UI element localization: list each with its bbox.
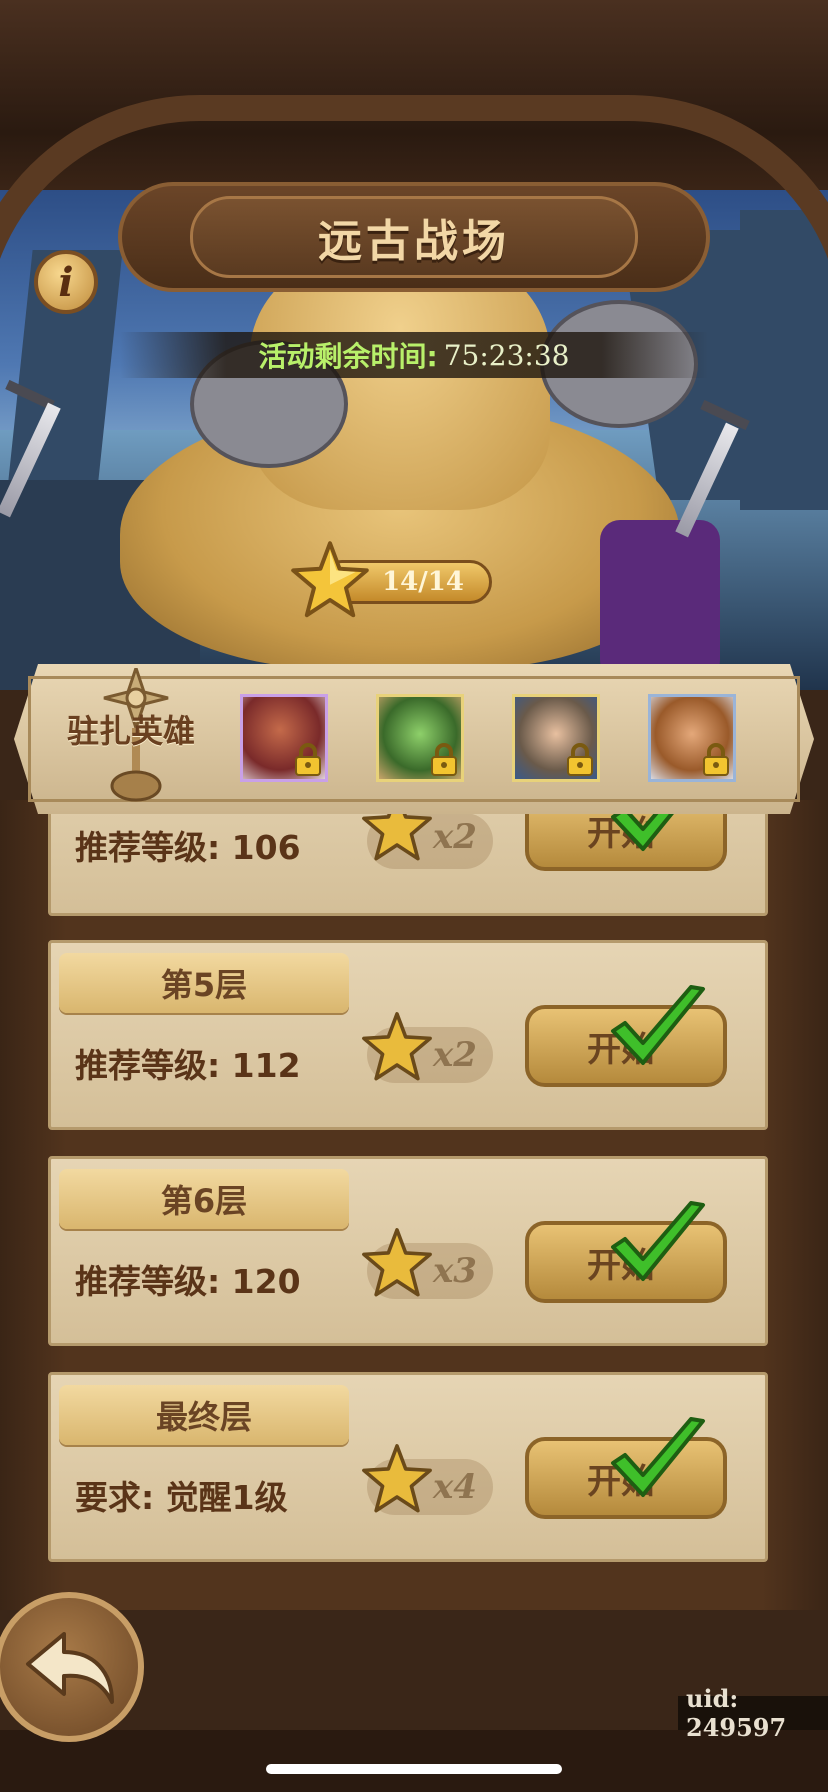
- checkmark-icon: [611, 1201, 705, 1281]
- checkmark-icon: [611, 1417, 705, 1497]
- floor-requirement: 推荐等级: 120: [75, 1262, 301, 1301]
- user-id: uid: 249597: [678, 1684, 828, 1742]
- checkmark-icon: [611, 985, 705, 1065]
- purple-cape: [600, 520, 720, 680]
- event-timer: 活动剩余时间: 75:23:38: [120, 332, 708, 378]
- floor-card: 第5层 推荐等级: 112 x2 开始: [48, 940, 768, 1130]
- floor-tag: 第6层: [59, 1169, 349, 1229]
- hero-slot-green-goblin[interactable]: [376, 694, 464, 782]
- star-reward-count: x2: [433, 1035, 477, 1075]
- star-icon: [291, 541, 369, 618]
- floor-tag: 第5层: [59, 953, 349, 1013]
- back-arrow-icon: [26, 1632, 114, 1704]
- floor-tag: 最终层: [59, 1385, 349, 1445]
- star-icon: [362, 1228, 432, 1297]
- home-indicator[interactable]: [266, 1764, 562, 1774]
- floor-requirement: 要求: 觉醒1级: [75, 1478, 288, 1517]
- lock-icon: [567, 743, 593, 776]
- page-title: 远古战场: [318, 216, 510, 267]
- star-icon: [362, 1012, 432, 1081]
- star-reward-count: x2: [433, 817, 477, 857]
- hero-slot-bearded-warrior[interactable]: [648, 694, 736, 782]
- title-inner: 远古战场: [190, 196, 638, 278]
- floor-card: 第6层 推荐等级: 120 x3 开始: [48, 1156, 768, 1346]
- floor-card: 最终层 要求: 觉醒1级 x4 开始: [48, 1372, 768, 1562]
- star-reward-count: x3: [433, 1251, 477, 1291]
- info-icon[interactable]: i: [34, 250, 98, 314]
- back-button[interactable]: [0, 1592, 144, 1742]
- hero-slot-goggles-boy[interactable]: [512, 694, 600, 782]
- lock-icon: [703, 743, 729, 776]
- lock-icon: [295, 743, 321, 776]
- timer-value: 75:23:38: [443, 338, 570, 372]
- garrison-heroes-label: 驻扎英雄: [66, 712, 195, 750]
- timer-label: 活动剩余时间:: [258, 340, 438, 373]
- star-icon: [362, 1444, 432, 1513]
- floor-requirement: 推荐等级: 106: [75, 828, 301, 867]
- floor-requirement: 推荐等级: 112: [75, 1046, 301, 1085]
- star-progress-text: 14/14: [382, 567, 464, 597]
- lock-icon: [431, 743, 457, 776]
- hero-slot-red-haired-elf[interactable]: [240, 694, 328, 782]
- star-reward-count: x4: [433, 1467, 477, 1507]
